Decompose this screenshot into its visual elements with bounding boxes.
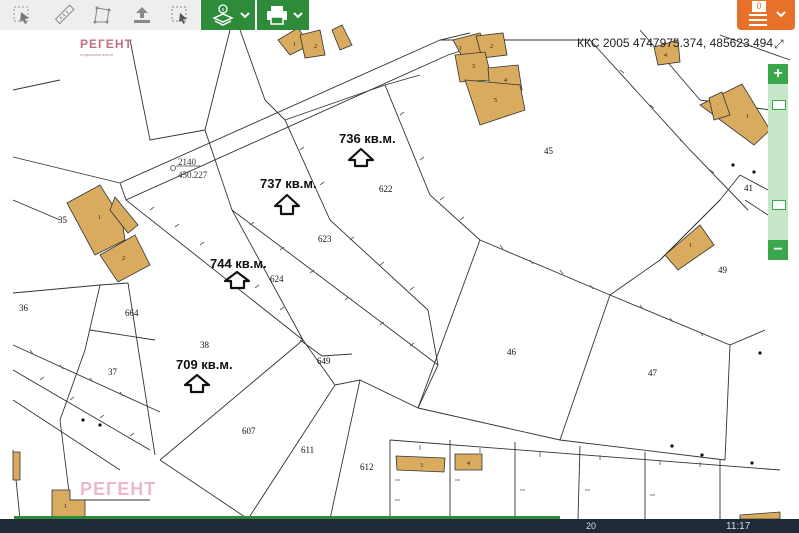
- building-label: 1: [64, 504, 67, 510]
- parcel-label: 607: [242, 426, 256, 436]
- building-label: 2: [122, 256, 125, 262]
- up-arrow-icon: [183, 373, 211, 394]
- taskbar-clock: 11:17: [726, 521, 751, 532]
- building-label: 4: [504, 78, 507, 84]
- building-label: 4: [467, 461, 470, 467]
- parcel-label: 624: [270, 274, 284, 284]
- select-area-icon[interactable]: [162, 0, 198, 30]
- up-arrow-icon: [273, 193, 301, 216]
- coordinates-readout: ККС 2005 4747975.374, 485623.494: [577, 36, 774, 50]
- building-labels: 1 2 1 2 1 2 3 4 5 4 1 1 3 4 1: [64, 42, 749, 510]
- map-toolbar: [0, 0, 200, 30]
- building-label: 3: [472, 64, 475, 70]
- parcel-label: 611: [301, 445, 314, 455]
- elevation-marker: 2140 450.227: [170, 157, 208, 180]
- building-label: 1: [293, 42, 296, 48]
- hamburger-menu-icon[interactable]: [749, 14, 767, 26]
- parcel-label: 41: [744, 183, 753, 193]
- up-arrow-icon: [347, 147, 375, 168]
- survey-points: [81, 163, 762, 465]
- info-layers-button[interactable]: [201, 0, 255, 30]
- area-polygon-icon[interactable]: [84, 0, 120, 30]
- building-label: 2: [314, 44, 317, 50]
- cadastral-map[interactable]: 2140 450.227 622 623 624 45 41 49 46 47 …: [0, 0, 799, 533]
- building-label: 1: [746, 114, 749, 120]
- parcel-label: 49: [718, 265, 728, 275]
- zoom-in-button[interactable]: +: [768, 64, 788, 84]
- measure-ruler-icon[interactable]: [46, 0, 82, 30]
- listing-area-label: 737 кв.м.: [260, 176, 317, 191]
- parcel-label: 38: [200, 340, 210, 350]
- building-label: 3: [420, 463, 423, 469]
- parcel-label: 35: [58, 215, 68, 225]
- parcel-label: 36: [19, 303, 29, 313]
- elevation-point-label: 2140: [178, 157, 197, 167]
- listing-area-label: 736 кв.м.: [339, 131, 396, 146]
- chevron-down-icon[interactable]: [775, 9, 787, 19]
- logo-tagline: недвижими имоти: [80, 52, 114, 57]
- parcel-label: 612: [360, 462, 374, 472]
- parcel-label: 664: [125, 308, 139, 318]
- select-pointer-icon[interactable]: [4, 0, 40, 30]
- parcel-label: 46: [507, 347, 517, 357]
- building-label: 1: [689, 243, 692, 249]
- fullscreen-icon[interactable]: ⤢: [774, 37, 784, 52]
- parcel-label: 622: [379, 184, 393, 194]
- printer-icon: [267, 6, 303, 25]
- print-button[interactable]: [257, 0, 309, 30]
- building-label: 5: [494, 98, 497, 104]
- menu-badge: 0: [752, 1, 766, 12]
- up-arrow-icon: [223, 270, 251, 290]
- parcel-label: 45: [544, 146, 554, 156]
- logo-name: РЕГЕНТ: [80, 37, 133, 51]
- os-taskbar: [0, 519, 799, 533]
- parcel-label: 47: [648, 368, 658, 378]
- zoom-out-button[interactable]: −: [768, 240, 788, 260]
- info-layers-icon: [212, 4, 250, 26]
- parcel-label: 37: [108, 367, 118, 377]
- export-upload-icon[interactable]: [124, 0, 160, 30]
- zoom-slider-handle[interactable]: [772, 100, 786, 110]
- building-label: 4: [664, 53, 667, 59]
- taskbar-text: 20: [586, 521, 597, 531]
- building-label: 1: [459, 46, 462, 52]
- regent-watermark: РЕГЕНТ: [80, 479, 157, 499]
- parcel-label: 623: [318, 234, 332, 244]
- parcel-label: 649: [317, 356, 331, 366]
- listing-area-label: 744 кв.м.: [210, 256, 267, 271]
- regent-logo: РЕГЕНТ недвижими имоти: [80, 37, 140, 57]
- listing-area-label: 709 кв.м.: [176, 357, 233, 372]
- elevation-value-label: 450.227: [178, 170, 208, 180]
- buildings: [12, 24, 781, 520]
- building-label: 2: [490, 44, 493, 50]
- zoom-slider[interactable]: + −: [768, 64, 788, 260]
- zoom-slider-step: [772, 200, 786, 210]
- building-label: 1: [98, 215, 101, 221]
